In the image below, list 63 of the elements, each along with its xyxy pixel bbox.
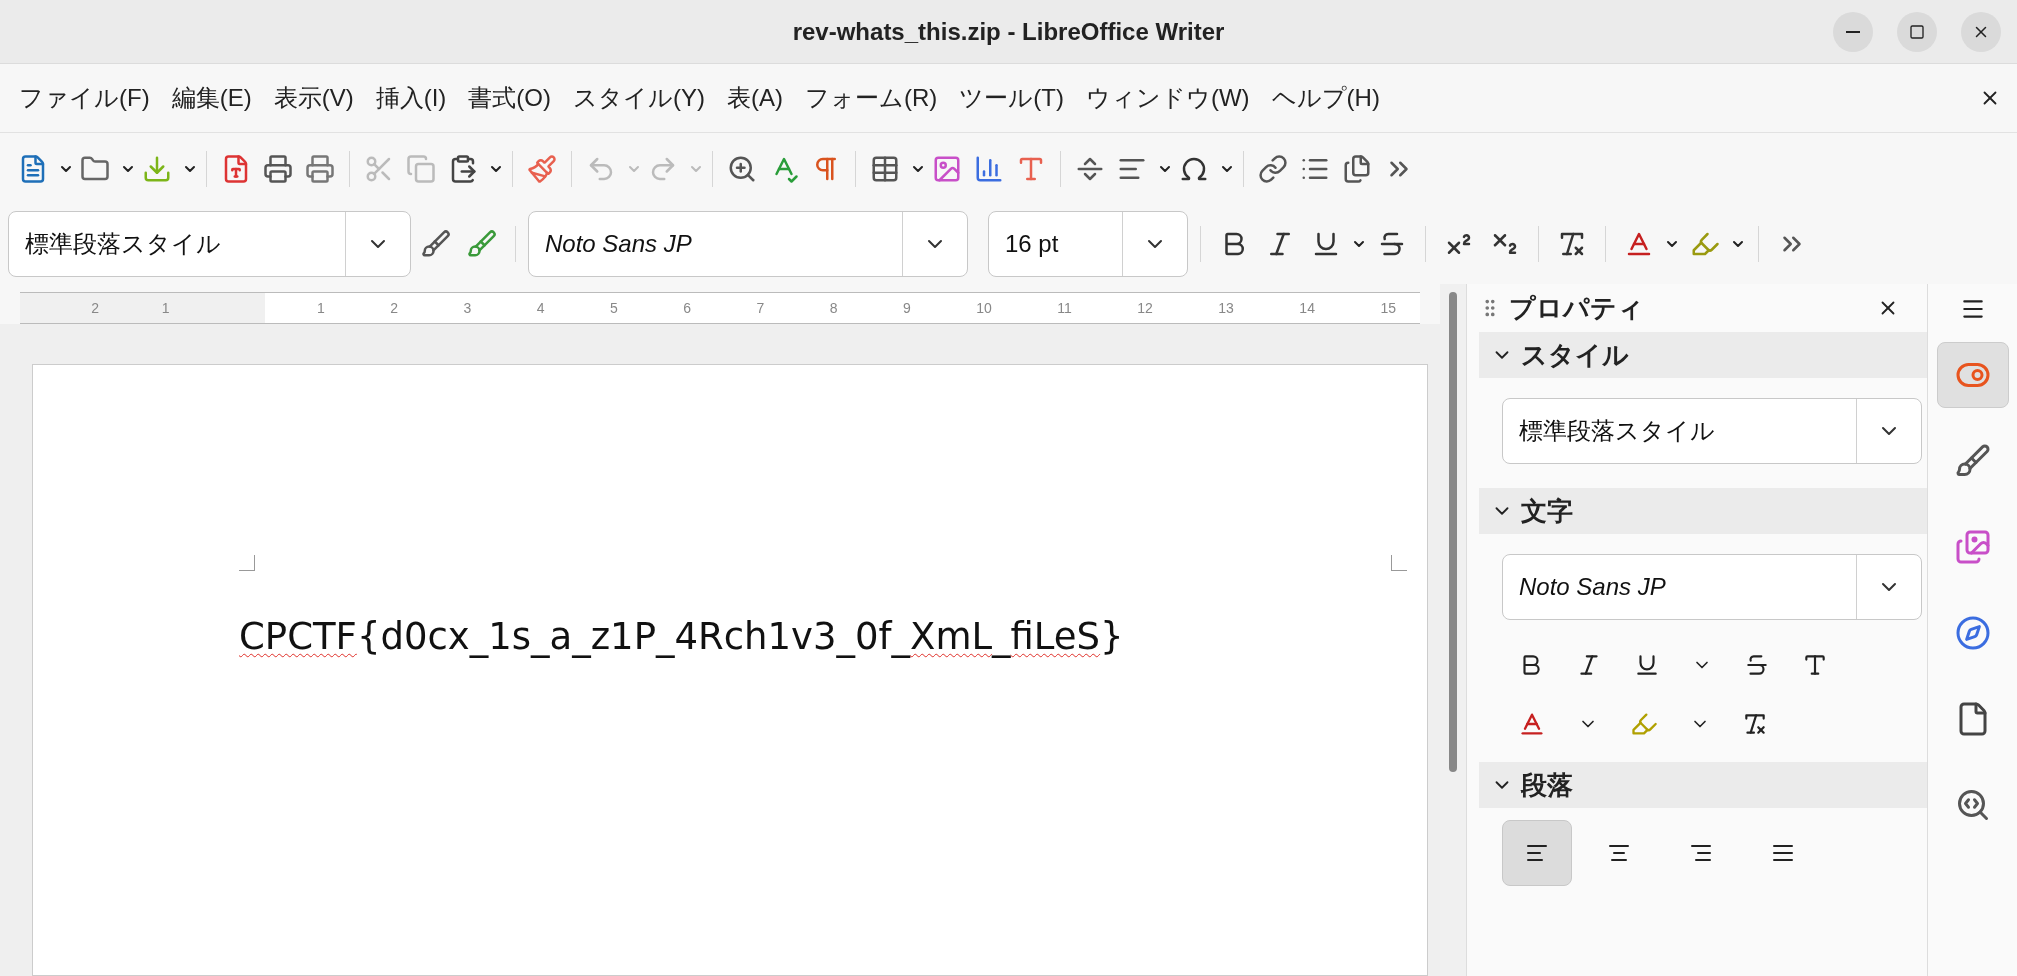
ruler-number: 12 — [1137, 298, 1153, 318]
ruler-number: 9 — [903, 298, 911, 318]
sidebar-title: プロパティ — [1509, 291, 1645, 325]
menu-item[interactable]: 挿入(I) — [364, 80, 458, 116]
minimize-icon — [1846, 30, 1860, 33]
font-name-combo[interactable]: Noto Sans JP — [528, 211, 968, 277]
maximize-button[interactable] — [1897, 11, 1937, 52]
brush-icon — [1954, 443, 1991, 479]
underline-icon[interactable] — [1634, 652, 1660, 678]
section-header[interactable]: 文字 — [1479, 488, 1927, 534]
scrollbar[interactable] — [1440, 284, 1466, 976]
ruler-number: 1 — [317, 298, 325, 318]
ruler-number: 14 — [1299, 298, 1315, 318]
ruler-number: 5 — [610, 298, 618, 318]
ruler-number: 7 — [756, 298, 765, 318]
section-title: 段落 — [1521, 768, 1573, 802]
combo-value: 標準段落スタイル — [24, 229, 222, 259]
font-name-combo[interactable]: Noto Sans JP — [1502, 554, 1922, 620]
menu-item[interactable]: 表示(V) — [262, 80, 365, 116]
ruler-number: 15 — [1380, 298, 1396, 318]
align-left-button[interactable] — [1502, 820, 1572, 886]
menu-item[interactable]: ツール(T) — [948, 80, 1075, 116]
menu-item[interactable]: 書式(O) — [457, 80, 562, 116]
section-title: スタイル — [1521, 338, 1629, 372]
ruler-number: 6 — [683, 298, 692, 318]
paragraph-style-combo[interactable]: 標準段落スタイル — [8, 211, 411, 277]
font-size-combo[interactable]: 16 pt — [988, 211, 1188, 277]
ruler-number: 4 — [536, 298, 545, 318]
window-title: rev-whats_this.zip - LibreOffice Writer — [792, 16, 1225, 47]
menu-item[interactable]: フォーム(R) — [793, 80, 949, 116]
combo-value: 標準段落スタイル — [1518, 416, 1716, 446]
section-header[interactable]: スタイル — [1479, 332, 1927, 378]
ruler-number: 8 — [829, 298, 838, 318]
menu-item[interactable]: 編集(E) — [160, 80, 263, 116]
section-title: 文字 — [1521, 494, 1573, 528]
menu-item[interactable]: 表(A) — [715, 80, 794, 116]
toggle-tab[interactable] — [1936, 342, 2009, 408]
clear-formatting-icon[interactable] — [1742, 711, 1768, 737]
combo-value: Noto Sans JP — [544, 229, 693, 259]
maximize-icon — [1909, 23, 1925, 40]
ruler-number: 13 — [1218, 298, 1234, 318]
ruler-number: 11 — [1057, 298, 1072, 318]
text-boundary-mark — [239, 555, 255, 571]
strikethrough-icon[interactable] — [1744, 652, 1770, 678]
menu-item[interactable]: ウィンドウ(W) — [1074, 80, 1261, 116]
ruler-number: 2 — [390, 298, 399, 318]
ruler-number: 1 — [161, 298, 170, 318]
combo-value: 16 pt — [1004, 229, 1060, 259]
gallery-icon — [1954, 529, 1991, 565]
compass-icon — [1954, 615, 1991, 651]
text-boundary-mark — [1391, 555, 1407, 571]
close-button[interactable] — [1961, 11, 2001, 52]
document-text: CPCTF{d0cx_1s_a_z1P_4Rch1v3_0f_XmL_fiLeS} — [239, 614, 1125, 660]
ruler-number: 3 — [463, 298, 472, 318]
menu-item[interactable]: スタイル(Y) — [561, 80, 716, 116]
ruler-number: 10 — [976, 298, 992, 318]
menu-item[interactable]: ヘルプ(H) — [1260, 80, 1391, 116]
combo-value: Noto Sans JP — [1518, 572, 1667, 602]
menu-item[interactable]: ファイル(F) — [8, 80, 161, 116]
section-header[interactable]: 段落 — [1479, 762, 1927, 808]
paragraph-style-combo[interactable]: 標準段落スタイル — [1502, 398, 1922, 464]
highlighter-icon[interactable] — [1630, 710, 1658, 738]
ruler-number: 2 — [91, 298, 100, 318]
